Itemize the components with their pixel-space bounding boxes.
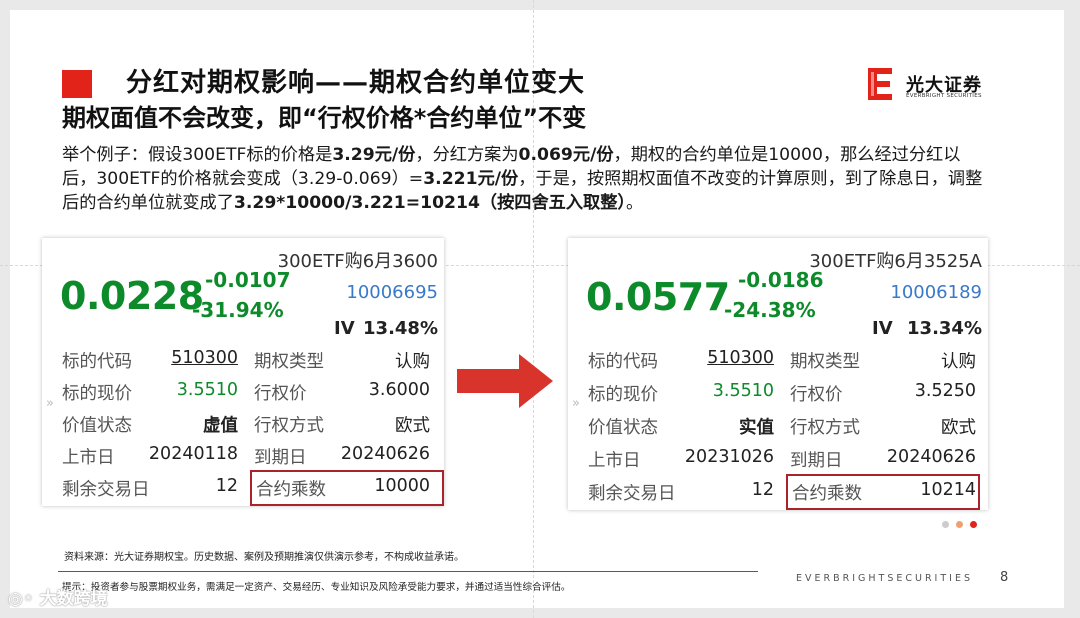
iv-value: 13.34% [907,318,982,339]
value-strike: 3.5250 [914,381,976,401]
option-change-pct: -24.38% [724,298,816,322]
brand-logo: 光大证券 EVERBRIGHT SECURITIES [868,68,998,102]
option-change: -0.0186 [738,268,824,292]
option-change-pct: -31.94% [192,298,284,322]
label-option-type: 期权类型 [254,352,324,372]
label-option-type: 期权类型 [790,352,860,372]
multiplier-highlight-box [786,474,980,510]
label-exercise-style: 行权方式 [254,416,324,436]
label-expiry-date: 到期日 [790,451,843,471]
label-exercise-style: 行权方式 [790,418,860,438]
watermark: ◎◦ 大数跨境 [8,584,108,609]
value-strike: 3.6000 [368,380,430,400]
slide-subtitle: 期权面值不会改变，即“行权价格*合约单位”不变 [62,104,587,132]
value-underlying-code: 510300 [171,348,238,368]
page-number: 8 [1000,570,1009,585]
footer-divider [58,571,758,572]
title-marker [62,70,92,98]
value-underlying-code: 510300 [707,348,774,368]
option-name: 300ETF购6月3600 [277,251,438,272]
pager-dot[interactable] [956,521,963,528]
option-price: 0.0228 [60,274,204,318]
value-list-date: 20231026 [684,447,774,467]
label-underlying-price: 标的现价 [62,384,132,404]
source-note: 资料来源：光大证券期权宝。历史数据、案例及预期推演仅供演示参考，不构成收益承诺。 [64,552,464,563]
value-exercise-style: 欧式 [395,416,430,436]
label-days-remaining: 剩余交易日 [588,484,676,504]
watermark-text: 大数跨境 [39,589,108,609]
slide-title: 分红对期权影响——期权合约单位变大 [126,68,586,98]
footer-brand: EVERBRIGHTSECURITIES [796,573,973,584]
value-underlying-price: 3.5510 [176,380,238,400]
value-expiry-date: 20240626 [886,447,976,467]
iv-value: 13.48% [363,318,438,339]
iv-label: IV [334,318,355,339]
value-exercise-style: 欧式 [941,418,976,438]
label-list-date: 上市日 [62,448,115,468]
label-strike: 行权价 [254,384,307,404]
para-text-2: ，分红方案为 [415,145,519,165]
option-price: 0.0577 [586,275,730,319]
value-days-remaining: 12 [215,476,238,496]
option-card-after: 300ETF购6月3525A 0.0577 -0.0186 -24.38% 10… [568,238,988,510]
option-name: 300ETF购6月3525A [809,251,982,272]
brand-logo-icon [868,68,892,100]
expand-chevron-icon[interactable]: » [572,396,580,411]
value-option-type: 认购 [941,352,976,372]
label-list-date: 上市日 [588,451,641,471]
para-text-5: 。 [626,193,644,213]
para-bold-2: 0.069元/份 [518,145,614,165]
value-moneyness: 实值 [739,418,774,438]
iv-label: IV [872,318,893,339]
label-days-remaining: 剩余交易日 [62,480,150,500]
brand-name-en: EVERBRIGHT SECURITIES [906,93,982,99]
value-list-date: 20240118 [148,444,238,464]
para-bold-3: 3.221元/份 [423,169,519,189]
expand-chevron-icon[interactable]: » [46,396,54,411]
right-arrow-icon [457,354,553,408]
option-card-before: 300ETF购6月3600 0.0228 -0.0107 -31.94% 100… [42,238,444,506]
multiplier-highlight-box [250,470,444,506]
example-paragraph: 举个例子：假设300ETF标的价格是3.29元/份，分红方案为0.069元/份，… [62,143,992,215]
para-bold-1: 3.29元/份 [332,145,416,165]
pager-dot[interactable] [942,521,949,528]
para-bold-4: 3.29*10000/3.221=10214（按四舍五入取整） [233,193,627,213]
option-code: 10006189 [890,282,982,303]
label-strike: 行权价 [790,385,843,405]
pager-dot-active[interactable] [970,521,977,528]
para-text-1: 举个例子：假设300ETF标的价格是 [62,145,333,165]
value-moneyness: 虚值 [203,416,238,436]
value-expiry-date: 20240626 [340,444,430,464]
watermark-logo-icon: ◎◦ [8,589,34,609]
label-underlying-code: 标的代码 [588,352,658,372]
value-days-remaining: 12 [751,480,774,500]
label-underlying-price: 标的现价 [588,385,658,405]
option-change: -0.0107 [205,268,291,292]
slide-pager [942,521,982,529]
option-code: 10006695 [346,282,438,303]
label-moneyness: 价值状态 [588,418,658,438]
label-underlying-code: 标的代码 [62,352,132,372]
risk-tip: 提示：投资者参与股票期权业务，需满足一定资产、交易经历、专业知识及风险承受能力要… [62,582,571,593]
label-moneyness: 价值状态 [62,416,132,436]
value-underlying-price: 3.5510 [712,381,774,401]
value-option-type: 认购 [395,352,430,372]
label-expiry-date: 到期日 [254,448,307,468]
